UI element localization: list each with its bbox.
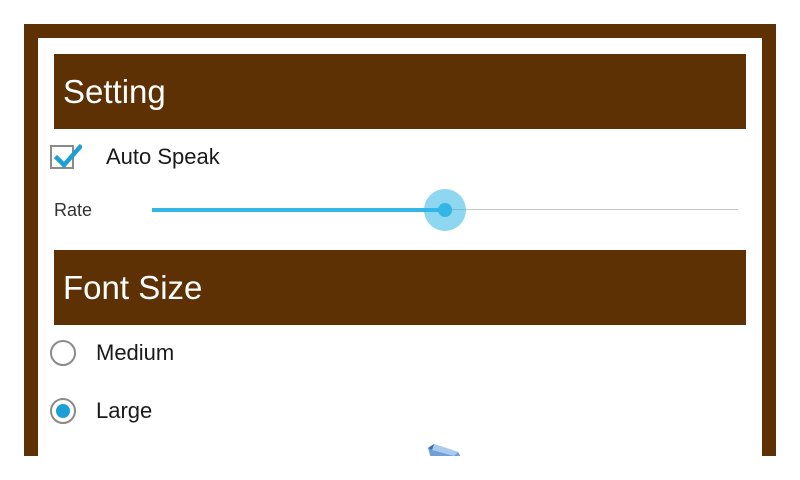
app-frame: Setting Auto Speak Rate Font Size Medium…: [24, 24, 776, 456]
auto-speak-row[interactable]: Auto Speak: [50, 143, 220, 170]
font-size-header: Font Size: [54, 250, 746, 325]
rate-slider-thumb[interactable]: [438, 203, 452, 217]
speaker-icon[interactable]: [424, 442, 474, 456]
medium-label: Medium: [96, 340, 175, 365]
settings-panel: Setting Auto Speak Rate Font Size Medium…: [38, 38, 762, 456]
font-size-option-medium[interactable]: Medium: [50, 340, 174, 366]
setting-header: Setting: [54, 54, 746, 129]
rate-slider-fill: [152, 208, 445, 212]
rate-slider[interactable]: [152, 189, 738, 231]
check-icon: [53, 143, 82, 169]
large-label: Large: [96, 398, 153, 423]
auto-speak-label: Auto Speak: [106, 144, 220, 169]
radio-selected-dot: [56, 404, 70, 418]
rate-label: Rate: [54, 200, 93, 220]
large-radio[interactable]: [50, 398, 76, 424]
font-size-option-large[interactable]: Large: [50, 398, 152, 424]
medium-radio[interactable]: [50, 340, 76, 366]
auto-speak-checkbox[interactable]: [50, 143, 82, 169]
